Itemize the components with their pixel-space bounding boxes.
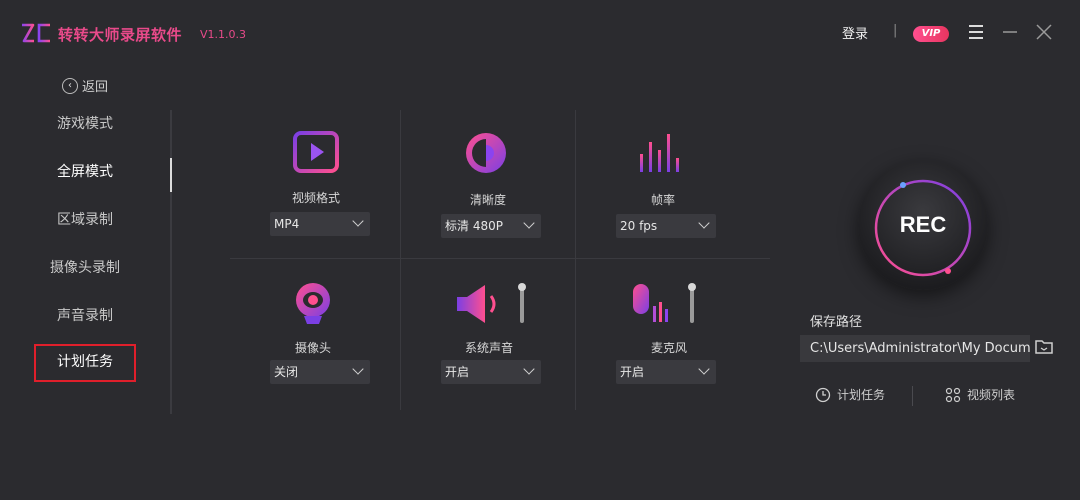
- system-audio-volume-slider[interactable]: [517, 283, 527, 325]
- camera-icon: [296, 283, 330, 324]
- video-format-icon: [293, 131, 339, 173]
- title-separator: |: [893, 23, 898, 38]
- system-audio-label: 系统声音: [464, 341, 513, 355]
- chevron-down-icon: [698, 363, 710, 375]
- rec-label: REC: [899, 212, 947, 237]
- microphone-label: 麦克风: [650, 341, 687, 355]
- sidebar-item-schedule-task[interactable]: 计划任务: [34, 344, 136, 382]
- save-path-label: 保存路径: [810, 315, 863, 330]
- frame-rate-icon: [640, 134, 679, 172]
- quality-select[interactable]: 标清 480P: [441, 214, 541, 238]
- schedule-task-label: 计划任务: [837, 388, 886, 402]
- back-label: 返回: [82, 80, 109, 95]
- video-format-value: MP4: [274, 217, 300, 231]
- system-audio-value: 开启: [445, 365, 470, 379]
- save-path-input[interactable]: C:\Users\Administrator\My Documents: [800, 335, 1030, 362]
- chevron-left-icon: ‹: [62, 77, 78, 94]
- sidebar-item-game-mode[interactable]: 游戏模式: [34, 106, 136, 142]
- chevron-down-icon: [698, 217, 710, 229]
- sidebar-item-audio-record[interactable]: 声音录制: [34, 298, 136, 334]
- vip-badge[interactable]: VIP: [913, 26, 949, 42]
- bottom-link-divider: [912, 386, 913, 406]
- camera-label: 摄像头: [294, 341, 331, 355]
- app-title: 转转大师录屏软件: [58, 26, 183, 44]
- frame-rate-select[interactable]: 20 fps: [616, 214, 716, 238]
- sidebar-item-camera-record[interactable]: 摄像头录制: [34, 250, 136, 286]
- sidebar-active-indicator: [170, 158, 172, 192]
- grid-divider-v2: [575, 110, 576, 410]
- microphone-volume-slider[interactable]: [687, 283, 697, 325]
- system-audio-select[interactable]: 开启: [441, 360, 541, 384]
- close-icon[interactable]: [1032, 20, 1056, 44]
- speaker-icon: [457, 285, 496, 323]
- chevron-down-icon: [352, 215, 364, 227]
- sidebar-item-region-record[interactable]: 区域录制: [34, 202, 136, 238]
- schedule-task-button[interactable]: 计划任务: [815, 386, 885, 403]
- frame-rate-value: 20 fps: [620, 219, 658, 233]
- camera-value: 关闭: [274, 365, 299, 379]
- grid-divider-v1: [400, 110, 401, 410]
- microphone-value: 开启: [620, 365, 645, 379]
- quality-label: 清晰度: [469, 193, 506, 207]
- camera-select[interactable]: 关闭: [270, 360, 370, 384]
- chevron-down-icon: [352, 363, 364, 375]
- video-list-label: 视频列表: [967, 388, 1016, 402]
- microphone-icon: [633, 284, 668, 322]
- login-button[interactable]: 登录: [842, 23, 868, 42]
- chevron-down-icon: [523, 217, 535, 229]
- video-format-label: 视频格式: [291, 191, 340, 205]
- minimize-icon[interactable]: [998, 20, 1022, 44]
- microphone-select[interactable]: 开启: [616, 360, 716, 384]
- clock-icon: [815, 387, 831, 402]
- grid-icon: [945, 387, 961, 402]
- app-logo-icon: [22, 23, 50, 43]
- back-button[interactable]: ‹ 返回: [62, 76, 108, 95]
- chevron-down-icon: [523, 363, 535, 375]
- menu-icon[interactable]: [964, 20, 988, 44]
- video-format-select[interactable]: MP4: [270, 212, 370, 236]
- sidebar-item-fullscreen-mode[interactable]: 全屏模式: [34, 154, 136, 190]
- grid-divider-h: [230, 258, 770, 259]
- quality-value: 标清 480P: [445, 219, 503, 233]
- frame-rate-label: 帧率: [650, 193, 675, 207]
- quality-icon: [466, 133, 506, 173]
- sidebar-divider: [170, 110, 172, 414]
- folder-icon[interactable]: [1034, 338, 1054, 356]
- video-list-button[interactable]: 视频列表: [945, 386, 1015, 403]
- app-version: V1.1.0.3: [200, 28, 247, 41]
